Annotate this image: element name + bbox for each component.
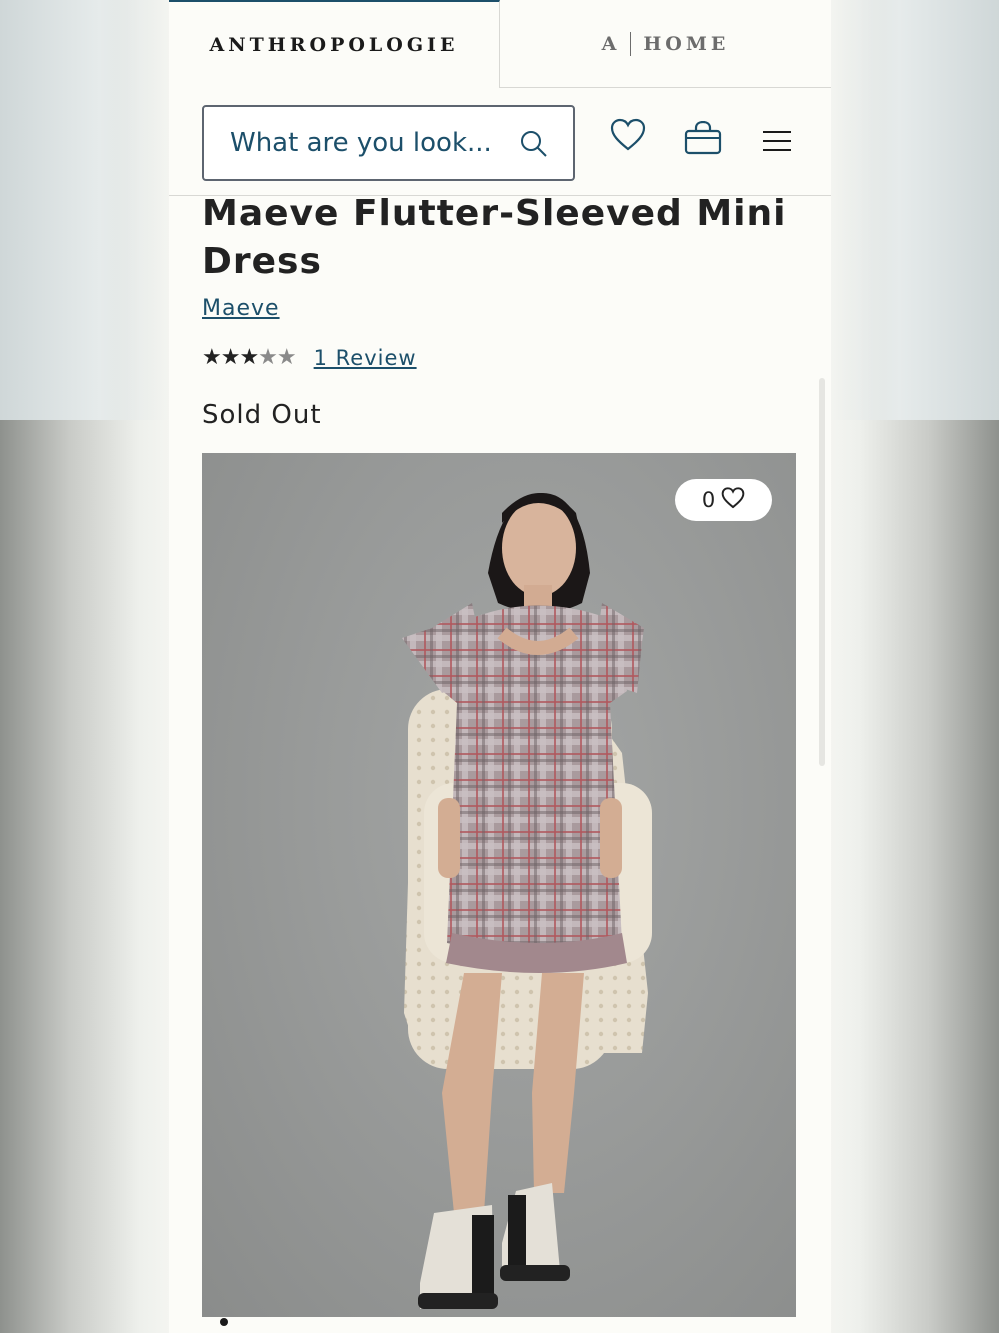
search-icon[interactable] (519, 129, 549, 163)
heart-icon[interactable] (610, 118, 646, 156)
product-page: ANTHROPOLOGIE A HOME Maeve Flutter-Sleev… (169, 0, 831, 1333)
stock-status: Sold Out (202, 400, 322, 430)
tab-home-label: HOME (643, 32, 730, 55)
a-home-logo-mark: A (601, 32, 621, 55)
search-input[interactable] (230, 128, 510, 158)
site-header (169, 88, 831, 196)
search-box[interactable] (202, 105, 575, 181)
tab-anthropologie-label: ANTHROPOLOGIE (209, 34, 459, 56)
star-rating-icon: ★★★★★ (202, 345, 297, 370)
shopping-bag-icon[interactable] (683, 120, 723, 159)
reviews-link[interactable]: 1 Review (314, 346, 417, 370)
tab-separator (630, 31, 632, 56)
wishlist-count-button[interactable]: 0 (675, 479, 772, 521)
hamburger-menu-icon[interactable] (763, 130, 791, 156)
product-rating[interactable]: ★★★★★ 1 Review (202, 345, 417, 370)
product-image[interactable]: 0 (202, 453, 796, 1317)
tab-anthropologie[interactable]: ANTHROPOLOGIE (169, 0, 500, 88)
product-title: Maeve Flutter-Sleeved Mini Dress (202, 193, 787, 282)
heart-icon (721, 486, 745, 514)
brand-tabs: ANTHROPOLOGIE A HOME (169, 0, 831, 88)
gallery-dot-active[interactable] (220, 1318, 228, 1326)
wishlist-count: 0 (701, 488, 716, 512)
stars-filled: ★★★ (202, 345, 259, 370)
stars-empty: ★★ (258, 345, 296, 370)
brand-link[interactable]: Maeve (202, 296, 280, 321)
model-photo-illustration (402, 493, 652, 1309)
tab-a-home[interactable]: A HOME (500, 0, 831, 87)
scrollbar[interactable] (819, 378, 825, 766)
